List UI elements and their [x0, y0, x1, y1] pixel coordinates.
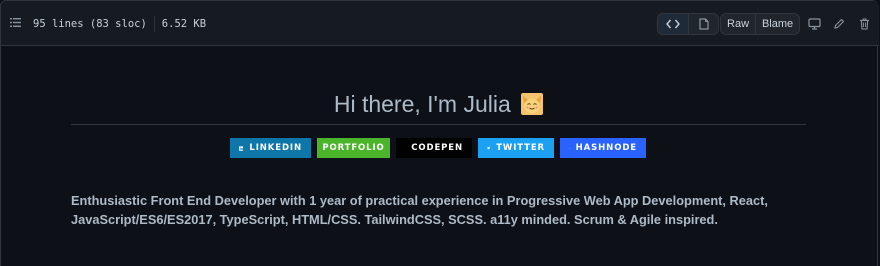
cat-emoji-icon: [521, 93, 544, 115]
linkedin-icon: [239, 145, 244, 151]
edit-button[interactable]: [830, 15, 848, 33]
line-count: 95 lines (83 sloc): [33, 18, 147, 30]
blame-button[interactable]: Blame: [755, 14, 799, 34]
raw-blame-group: Raw Blame: [720, 13, 800, 35]
twitter-badge-label: TWITTER: [496, 143, 545, 153]
trash-icon: [859, 18, 869, 30]
readme-description: Enthusiastic Front End Developer with 1 …: [71, 193, 768, 227]
code-icon: [666, 19, 680, 29]
desktop-icon: [807, 18, 821, 30]
file-size: 6.52 KB: [161, 18, 207, 30]
pencil-icon: [834, 18, 845, 29]
portfolio-badge-label: PORTFOLIO: [322, 143, 385, 153]
view-toggle: [657, 13, 719, 35]
list-icon[interactable]: [10, 18, 21, 27]
twitter-icon: [487, 146, 491, 150]
readme-title-text: Hi there, I'm Julia: [333, 91, 511, 117]
file-icon: [698, 18, 709, 30]
hashnode-badge[interactable]: HASHNODE: [560, 138, 646, 158]
meta-divider: [153, 16, 155, 32]
hashnode-badge-label: HASHNODE: [575, 143, 637, 153]
badge-row: LINKEDIN PORTFOLIO CODEPEN TWITTER HASHN: [230, 138, 646, 158]
twitter-badge[interactable]: TWITTER: [478, 138, 554, 158]
file-meta: 95 lines (83 sloc) 6.52 KB: [33, 16, 206, 32]
portfolio-badge[interactable]: PORTFOLIO: [317, 138, 390, 158]
linkedin-badge[interactable]: LINKEDIN: [230, 138, 311, 158]
readme-title: Hi there, I'm Julia: [71, 90, 806, 125]
delete-button[interactable]: [855, 15, 873, 33]
file-header: 95 lines (83 sloc) 6.52 KB Raw Blame: [1, 1, 879, 46]
file-viewer: 95 lines (83 sloc) 6.52 KB Raw Blame Hi …: [0, 0, 879, 266]
raw-button[interactable]: Raw: [721, 14, 755, 34]
linkedin-badge-label: LINKEDIN: [249, 143, 302, 153]
codepen-badge-label: CODEPEN: [411, 143, 463, 153]
desktop-button[interactable]: [805, 15, 823, 33]
hashnode-icon: [569, 147, 570, 149]
preview-button[interactable]: [688, 14, 718, 34]
code-view-button[interactable]: [658, 14, 688, 34]
codepen-badge[interactable]: CODEPEN: [396, 138, 472, 158]
